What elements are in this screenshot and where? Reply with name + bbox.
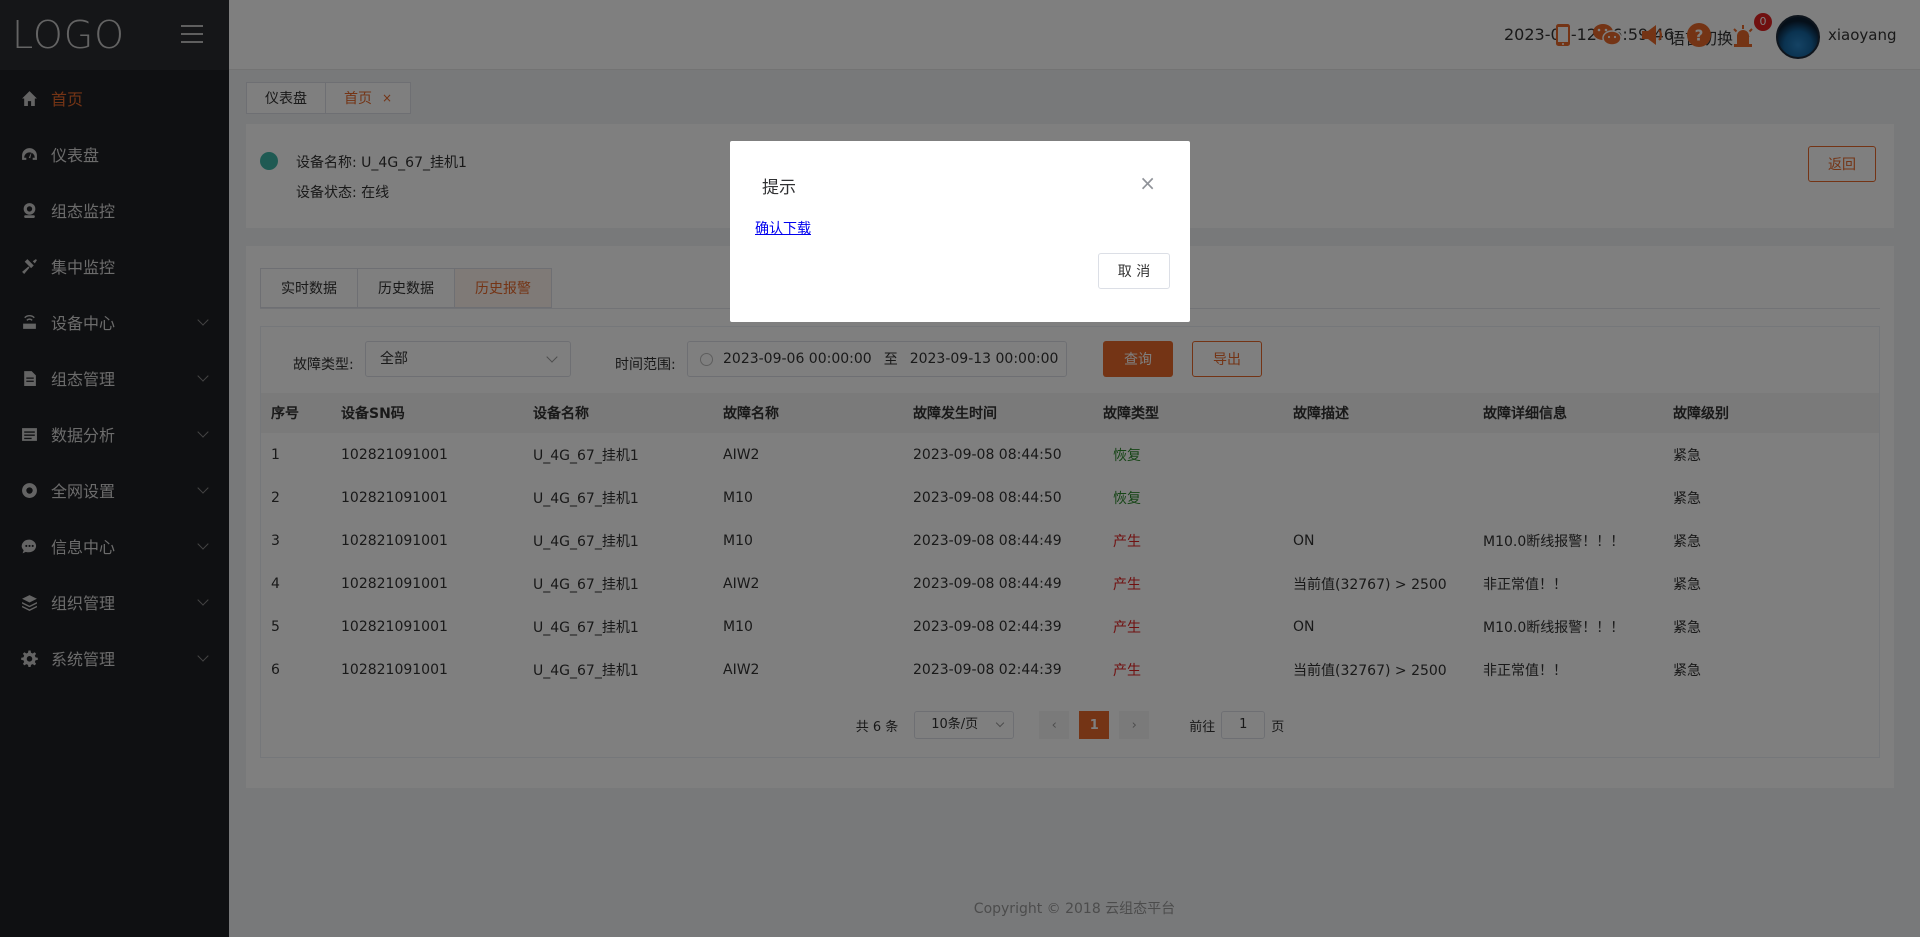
close-icon[interactable]: ×	[1139, 173, 1156, 193]
dialog-title: 提示	[762, 178, 796, 198]
confirm-download-link[interactable]: 确认下载	[755, 218, 811, 238]
download-dialog: 提示 × 确认下载 取 消	[730, 141, 1190, 322]
cancel-button[interactable]: 取 消	[1098, 253, 1170, 289]
